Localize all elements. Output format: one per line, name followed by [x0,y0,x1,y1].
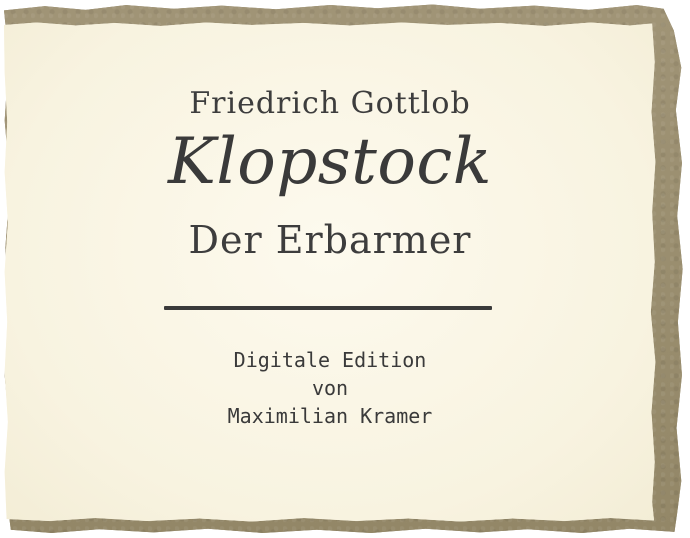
edition-line-3: Maximilian Kramer [227,404,433,428]
edition-line-1: Digitale Edition [233,348,427,372]
divider-rule [164,306,492,310]
title-card-stage: Friedrich Gottlob Klopstock Der Erbarmer… [0,0,690,538]
edition-credit: Digitale Edition von Maximilian Kramer [4,346,655,430]
author-last-name: Klopstock [168,125,492,199]
edition-line-2: von [311,376,349,400]
work-title: Der Erbarmer [188,218,472,262]
paper-sheet: Friedrich Gottlob Klopstock Der Erbarmer… [4,22,656,522]
author-first-name: Friedrich Gottlob [189,86,471,121]
title-block: Friedrich Gottlob Klopstock Der Erbarmer… [4,23,655,522]
